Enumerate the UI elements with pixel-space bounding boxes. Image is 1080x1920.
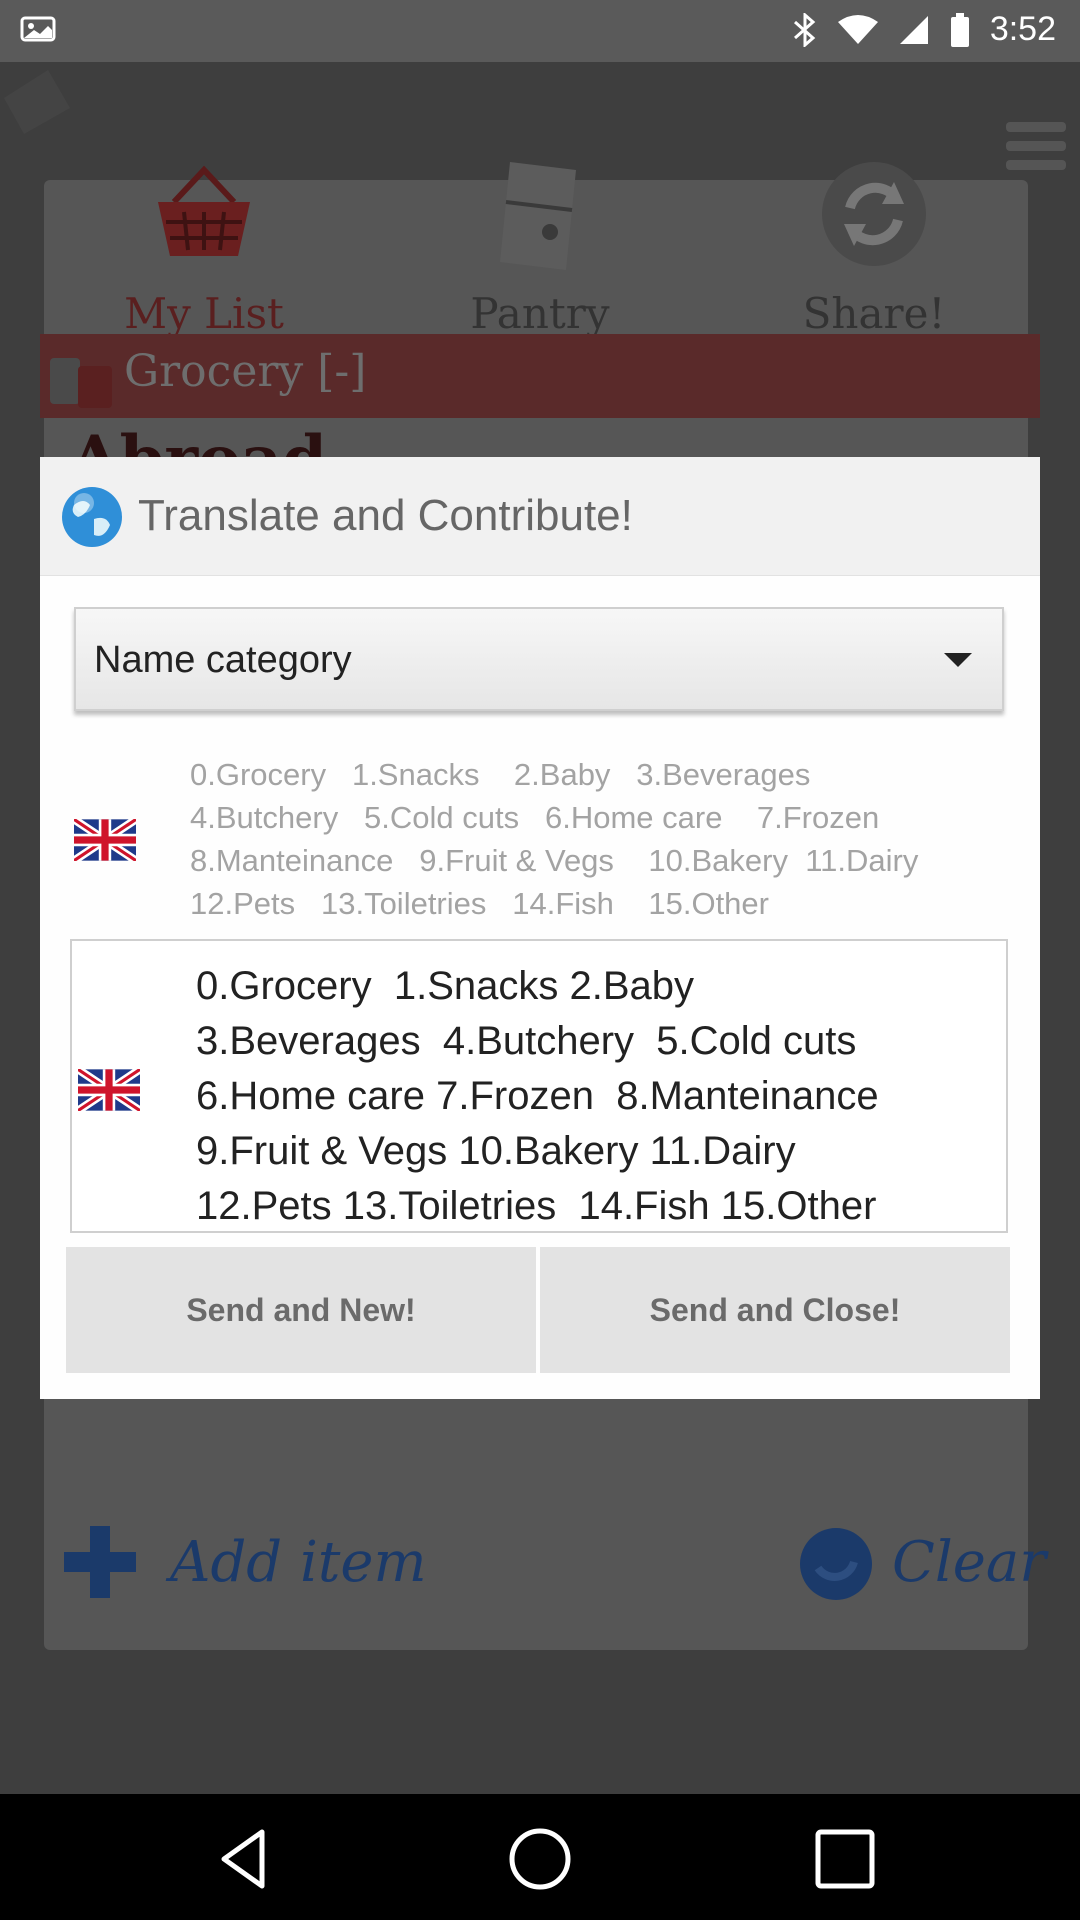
hint-item: 14.Fish [512, 886, 614, 921]
hint-item: 3.Beverages [636, 757, 811, 792]
edit-item: 10.Bakery [458, 1129, 639, 1173]
hint-line: 4.Butchery 5.Cold cuts 6.Home care 7.Fro… [190, 796, 1020, 839]
send-and-new-button[interactable]: Send and New! [66, 1247, 536, 1373]
hint-item: 10.Bakery [648, 843, 788, 878]
signal-icon [899, 15, 928, 44]
bottom-actions: Add item Clear [0, 1502, 1080, 1622]
edit-item: 5.Cold cuts [656, 1019, 857, 1063]
edit-line: 3.Beverages 4.Butchery 5.Cold cuts [196, 1014, 1016, 1069]
clear-icon [800, 1528, 872, 1600]
wifi-icon [837, 14, 878, 44]
hint-item: 4.Butchery [190, 800, 339, 835]
grocery-category-header[interactable]: Grocery [-] [40, 334, 1040, 418]
grocery-header-label: Grocery [-] [124, 346, 367, 397]
dialog-header: Translate and Contribute! [40, 457, 1040, 576]
edit-item: 13.Toiletries [342, 1184, 557, 1228]
hint-item: 2.Baby [513, 757, 611, 792]
edit-item: 15.Other [720, 1184, 877, 1228]
edit-item: 0.Grocery [196, 964, 372, 1008]
hint-item: 11.Dairy [805, 843, 919, 878]
edit-item: 6.Home care [196, 1074, 425, 1118]
image-notification-icon [20, 16, 56, 42]
dialog-button-row: Send and New! Send and Close! [66, 1247, 1014, 1373]
hint-item: 8.Manteinance [190, 843, 394, 878]
translation-text[interactable]: 0.Grocery 1.Snacks 2.Baby 3.Beverages 4.… [196, 959, 1016, 1234]
clock: 3:52 [989, 10, 1056, 48]
hint-item: 1.Snacks [351, 757, 480, 792]
translation-hint-row: 0.Grocery 1.Snacks 2.Baby 3.Beverages 4.… [74, 753, 1014, 931]
hint-item: 7.Frozen [756, 800, 880, 835]
nav-share[interactable]: Share! [744, 152, 1004, 352]
edit-line: 0.Grocery 1.Snacks 2.Baby [196, 959, 1016, 1014]
top-navigation: My List Pantry Share! [0, 102, 1080, 362]
edit-line: 12.Pets 13.Toiletries 14.Fish 15.Other [196, 1179, 1016, 1234]
edit-line: 9.Fruit & Vegs 10.Bakery 11.Dairy [196, 1124, 1016, 1179]
translate-dialog: Translate and Contribute! Name category … [40, 457, 1040, 1399]
edit-item: 8.Manteinance [616, 1074, 879, 1118]
edit-item: 7.Frozen [436, 1074, 594, 1118]
hint-item: 13.Toiletries [320, 886, 487, 921]
hint-item: 5.Cold cuts [364, 800, 520, 835]
category-select-value: Name category [94, 639, 352, 681]
menu-icon[interactable] [1006, 122, 1066, 186]
edit-item: 2.Baby [569, 964, 695, 1008]
dialog-title: Translate and Contribute! [138, 491, 633, 540]
plus-icon [64, 1526, 136, 1598]
bluetooth-icon [793, 12, 816, 47]
edit-item: 14.Fish [578, 1184, 710, 1228]
fridge-icon [500, 162, 576, 270]
system-navigation-bar [0, 1794, 1080, 1920]
hint-item: 9.Fruit & Vegs [419, 843, 614, 878]
recents-icon[interactable] [810, 1824, 880, 1894]
sync-icon [822, 162, 926, 266]
add-item-button[interactable]: Add item [60, 1522, 427, 1602]
nav-label-pantry: Pantry [470, 289, 610, 338]
send-and-close-button[interactable]: Send and Close! [540, 1247, 1010, 1373]
hint-line: 8.Manteinance 9.Fruit & Vegs 10.Bakery 1… [190, 839, 1020, 882]
edit-item: 1.Snacks [393, 964, 559, 1008]
hint-item: 0.Grocery [190, 757, 327, 792]
add-item-label: Add item [170, 1529, 427, 1595]
hint-item: 12.Pets [190, 886, 296, 921]
hint-item: 15.Other [648, 886, 769, 921]
hint-item: 6.Home care [544, 800, 723, 835]
nav-my-list[interactable]: My List [74, 152, 334, 352]
hint-line: 0.Grocery 1.Snacks 2.Baby 3.Beverages [190, 753, 1020, 796]
edit-item: 3.Beverages [196, 1019, 421, 1063]
battery-icon [950, 12, 969, 47]
edit-item: 4.Butchery [442, 1019, 635, 1063]
hint-line: 12.Pets 13.Toiletries 14.Fish 15.Other [190, 882, 1020, 925]
nav-label-my-list: My List [124, 289, 284, 338]
source-categories-text: 0.Grocery 1.Snacks 2.Baby 3.Beverages 4.… [190, 753, 1020, 925]
globe-icon [62, 487, 122, 547]
nav-pantry[interactable]: Pantry [410, 152, 670, 352]
edit-item: 12.Pets [196, 1184, 332, 1228]
chevron-down-icon [944, 653, 972, 667]
edit-item: 11.Dairy [649, 1129, 796, 1173]
edit-item: 9.Fruit & Vegs [196, 1129, 448, 1173]
back-icon[interactable] [210, 1824, 280, 1894]
uk-flag-icon [74, 819, 136, 861]
status-bar: 3:52 [0, 0, 1080, 62]
category-select[interactable]: Name category [74, 607, 1004, 711]
basket-icon [158, 165, 250, 256]
uk-flag-icon [78, 1069, 140, 1111]
translation-input[interactable]: 0.Grocery 1.Snacks 2.Baby 3.Beverages 4.… [70, 939, 1008, 1233]
home-icon[interactable] [505, 1824, 575, 1894]
edit-line: 6.Home care 7.Frozen 8.Manteinance [196, 1069, 1016, 1124]
clear-button[interactable]: Clear [796, 1522, 1046, 1602]
nav-label-share: Share! [802, 289, 946, 338]
clear-label: Clear [892, 1529, 1047, 1595]
cans-icon [50, 358, 112, 408]
